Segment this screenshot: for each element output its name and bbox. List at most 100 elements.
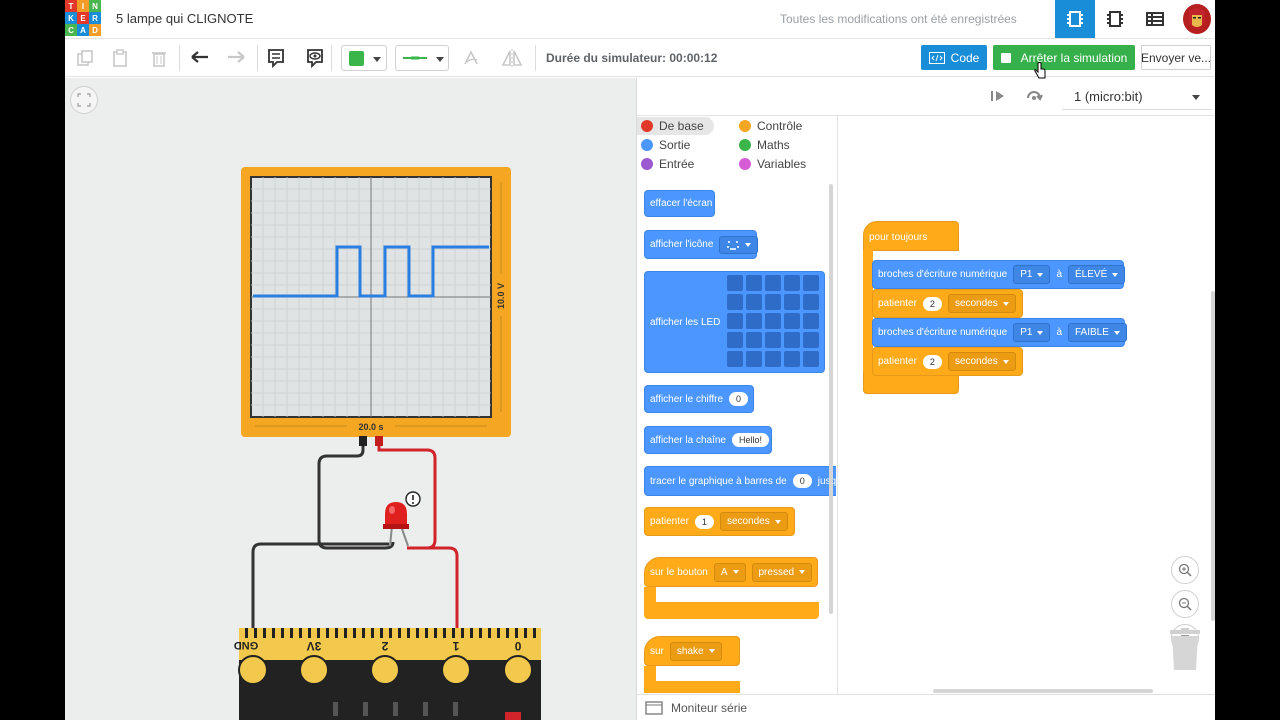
level-dropdown[interactable]: ÉLEVÉ [1068, 265, 1126, 284]
notes-visibility-icon[interactable] [304, 47, 326, 69]
led-cell[interactable] [765, 351, 781, 367]
paste-icon[interactable] [109, 47, 131, 69]
block-wait-1[interactable]: patienter 2 secondes [872, 289, 1023, 318]
block-wait-2[interactable]: patienter 2 secondes [872, 347, 1023, 376]
stop-simulation-button[interactable]: Arrêter la simulation [993, 45, 1135, 70]
led-cell[interactable] [803, 294, 819, 310]
string-input[interactable]: Hello! [731, 433, 769, 447]
zoom-in-button[interactable] [1171, 556, 1199, 584]
black-wire-gnd[interactable] [251, 542, 389, 630]
unit-dropdown[interactable]: secondes [947, 352, 1016, 371]
oscilloscope[interactable]: 20.0 s 10.0 V [241, 167, 511, 446]
led-cell[interactable] [746, 275, 762, 291]
component-list-button[interactable] [1135, 0, 1175, 38]
delete-icon[interactable] [148, 47, 170, 69]
trash-icon[interactable] [1168, 628, 1202, 672]
led-cell[interactable] [765, 313, 781, 329]
category-math[interactable]: Maths [739, 136, 790, 154]
led-cell[interactable] [765, 275, 781, 291]
copy-icon[interactable] [74, 47, 96, 69]
led-cell[interactable] [803, 351, 819, 367]
red-wire-pin1[interactable] [411, 546, 459, 630]
category-output[interactable]: Sortie [641, 136, 690, 154]
circuit-canvas[interactable]: 20.0 s 10.0 V GND 3V 2 1 0 [65, 78, 636, 720]
number-input[interactable]: 2 [922, 296, 942, 311]
black-wire-probe[interactable] [317, 446, 395, 550]
document-title[interactable]: 5 lampe qui CLIGNOTE [116, 11, 253, 26]
code-workspace[interactable]: pour toujours broches d'écriture numériq… [837, 116, 1215, 694]
circuit-view-button[interactable] [1055, 0, 1095, 38]
block-on-gesture[interactable]: sur shake [644, 636, 740, 666]
led-cell[interactable] [746, 332, 762, 348]
led-cell[interactable] [727, 275, 743, 291]
code-button[interactable]: Code [921, 45, 987, 70]
user-avatar[interactable] [1183, 4, 1211, 34]
led-cell[interactable] [784, 294, 800, 310]
color-picker[interactable] [341, 45, 387, 71]
led-cell[interactable] [746, 351, 762, 367]
rotate-icon[interactable] [460, 47, 482, 69]
restart-icon[interactable] [1025, 88, 1043, 104]
unit-dropdown[interactable]: secondes [719, 512, 788, 531]
block-forever[interactable]: pour toujours [863, 221, 959, 251]
icon-dropdown[interactable] [719, 235, 759, 254]
palette-scrollbar[interactable] [829, 184, 833, 614]
led-cell[interactable] [803, 332, 819, 348]
mirror-icon[interactable] [501, 47, 523, 69]
led-cell[interactable] [803, 313, 819, 329]
led-cell[interactable] [746, 294, 762, 310]
category-basic[interactable]: De base [637, 117, 714, 135]
led-cell[interactable] [727, 332, 743, 348]
category-input[interactable]: Entrée [641, 155, 694, 173]
gesture-dropdown[interactable]: shake [669, 641, 722, 661]
led-cell[interactable] [784, 275, 800, 291]
workspace-vertical-scrollbar[interactable] [1211, 291, 1215, 621]
led-cell[interactable] [727, 313, 743, 329]
led-cell[interactable] [784, 313, 800, 329]
redo-icon[interactable] [225, 47, 247, 69]
led-cell[interactable] [727, 294, 743, 310]
block-wait[interactable]: patienter 1 secondes [644, 507, 795, 536]
red-led[interactable] [383, 502, 409, 547]
button-dropdown[interactable]: A [713, 562, 746, 582]
microbit-board[interactable]: GND 3V 2 1 0 [234, 628, 541, 720]
number-input[interactable]: 2 [922, 354, 942, 369]
led-cell[interactable] [727, 351, 743, 367]
led-grid[interactable] [727, 275, 819, 367]
device-select[interactable]: 1 (micro:bit) [1062, 84, 1212, 110]
fit-view-button[interactable] [70, 86, 98, 114]
notes-icon[interactable] [265, 47, 287, 69]
pin-dropdown[interactable]: P1 [1013, 265, 1051, 284]
wire-type-picker[interactable] [395, 45, 449, 71]
block-on-button[interactable]: sur le bouton A pressed [644, 557, 818, 587]
category-control[interactable]: Contrôle [739, 117, 802, 135]
event-dropdown[interactable]: pressed [751, 562, 813, 582]
level-dropdown[interactable]: FAIBLE [1068, 323, 1127, 342]
number-input[interactable]: 0 [729, 392, 749, 406]
block-plot-bar-graph[interactable]: tracer le graphique à barres de 0 jusq [644, 466, 836, 496]
tinkercad-logo[interactable]: TINKERCAD [65, 0, 101, 36]
block-show-number[interactable]: afficher le chiffre 0 [644, 385, 754, 413]
led-cell[interactable] [784, 332, 800, 348]
category-variables[interactable]: Variables [739, 155, 806, 173]
block-show-icon[interactable]: afficher l'icône [644, 230, 759, 259]
undo-icon[interactable] [189, 47, 211, 69]
pin-dropdown[interactable]: P1 [1013, 323, 1051, 342]
workspace-horizontal-scrollbar[interactable] [933, 689, 1153, 693]
led-cell[interactable] [746, 313, 762, 329]
unit-dropdown[interactable]: secondes [947, 294, 1016, 313]
block-clear-screen[interactable]: effacer l'écran [644, 190, 715, 217]
step-icon[interactable] [990, 89, 1006, 103]
warning-icon[interactable] [405, 491, 421, 507]
led-cell[interactable] [803, 275, 819, 291]
number-input[interactable]: 1 [694, 514, 714, 529]
schematic-view-button[interactable] [1095, 0, 1135, 38]
led-cell[interactable] [765, 332, 781, 348]
block-digital-write-high[interactable]: broches d'écriture numérique P1 à ÉLEVÉ [872, 260, 1126, 289]
send-to-button[interactable]: Envoyer ve... [1141, 45, 1211, 70]
block-digital-write-low[interactable]: broches d'écriture numérique P1 à FAIBLE [872, 318, 1127, 347]
led-cell[interactable] [765, 294, 781, 310]
number-input[interactable]: 0 [792, 474, 812, 488]
zoom-out-button[interactable] [1171, 590, 1199, 618]
serial-monitor-toggle[interactable]: Moniteur série [637, 694, 1215, 720]
